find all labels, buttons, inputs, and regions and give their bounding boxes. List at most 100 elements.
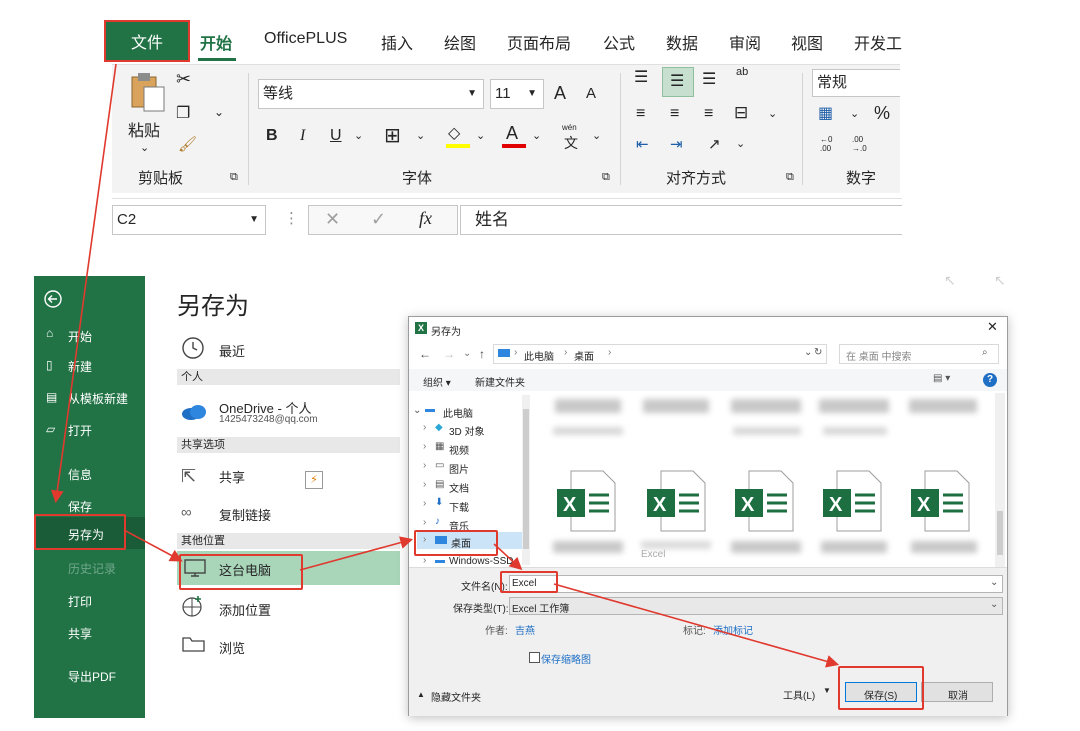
excel-file-icon[interactable]: X [733,469,797,533]
decrease-indent-icon[interactable]: ⇤ [636,135,649,153]
tab-officeplus[interactable]: OfficePLUS [264,30,347,48]
shrink-font-icon[interactable]: A [586,85,596,102]
number-format-combobox[interactable]: 常规 [812,69,900,97]
chevron-down-icon[interactable]: ▼ [249,206,259,234]
tab-home[interactable]: 开始 [200,30,232,54]
borders-icon[interactable]: ⊞ [384,123,401,148]
excel-file-icon[interactable]: X [645,469,709,533]
chevron-down-icon[interactable]: ⌄ [214,105,224,119]
align-bottom-icon[interactable]: ☰ [702,69,716,89]
chevron-right-icon[interactable]: › [423,555,426,566]
orientation-icon[interactable]: ↗ [708,135,721,153]
tools-button[interactable]: 工具(L) [783,687,815,702]
phonetic-guide-icon[interactable]: wén 文 [562,121,584,151]
insert-function-icon[interactable]: fx [419,208,432,229]
dialog-launcher-icon[interactable]: ⧉ [230,171,238,184]
nav-print[interactable]: 打印 [68,593,92,610]
chevron-down-icon[interactable]: ⌄ [804,347,812,358]
align-right-icon[interactable]: ≡ [704,105,713,123]
address-bar[interactable]: › 此电脑 › 桌面 › ⌄ ↻ [493,344,827,364]
format-painter-icon[interactable]: 🖌 [178,135,197,153]
excel-file-icon[interactable]: X [909,469,973,533]
paste-icon[interactable] [128,71,168,113]
fill-color-icon[interactable]: ◇ [446,125,470,148]
percent-button[interactable]: % [874,103,890,124]
new-folder-button[interactable]: 新建文件夹 [475,374,525,389]
organize-button[interactable]: 组织 ▾ [423,374,451,389]
chevron-right-icon[interactable]: › [423,498,426,509]
nav-open[interactable]: 打开 [68,422,92,439]
tree-scrollbar[interactable] [522,395,530,565]
chevron-down-icon[interactable]: ⌄ [354,129,363,142]
nav-history[interactable]: 历史记录 [68,560,116,577]
chevron-down-icon[interactable]: ▼ [823,686,831,695]
dialog-launcher-icon[interactable]: ⧉ [602,171,610,184]
location-share[interactable]: 共享 [219,467,245,486]
excel-file-icon[interactable]: X [821,469,885,533]
chevron-down-icon[interactable]: ⌄ [463,348,471,359]
name-box[interactable]: C2 ▼ [112,205,266,235]
tree-windows-ssd[interactable]: Windows-SSD [449,556,513,567]
location-copy-link[interactable]: 复制链接 [219,505,271,524]
nav-export-pdf[interactable]: 导出PDF [68,668,116,685]
excel-file-icon[interactable]: X [555,469,619,533]
chevron-down-icon[interactable]: ⌄ [476,129,485,142]
chevron-down-icon[interactable]: ⌄ [990,599,998,610]
author-value[interactable]: 吉燕 [515,622,535,637]
nav-new[interactable]: 新建 [68,358,92,375]
tab-file[interactable]: 文件 [104,20,190,62]
chevron-down-icon[interactable]: ⌄ [736,137,745,150]
chevron-down-icon[interactable]: ⌄ [416,129,425,142]
chevron-down-icon[interactable]: ▼ [527,80,537,108]
breadcrumb-this-pc[interactable]: 此电脑 [524,348,554,363]
decrease-decimal-icon[interactable]: .00 →.0 [852,135,867,153]
chevron-down-icon[interactable]: ⌄ [768,107,777,120]
tab-insert[interactable]: 插入 [381,30,413,54]
tree-this-pc[interactable]: 此电脑 [443,405,473,420]
paste-label[interactable]: 粘贴 [128,117,160,141]
align-center-icon[interactable]: ≡ [670,105,679,123]
up-icon[interactable]: ↑ [479,347,485,361]
location-recent[interactable]: 最近 [219,341,245,360]
cancel-icon[interactable]: ✕ [325,209,340,230]
thumbnail-label[interactable]: 保存缩略图 [541,651,591,666]
nav-home[interactable]: 开始 [68,328,92,345]
tree-3d-objects[interactable]: 3D 对象 [449,423,485,438]
tab-review[interactable]: 审阅 [729,30,761,54]
file-name-input[interactable]: Excel ⌄ [509,575,1003,593]
chevron-down-icon[interactable]: ⌄ [413,405,421,416]
tree-downloads[interactable]: 下载 [449,499,469,514]
view-options-icon[interactable]: ▤ ▾ [933,373,950,384]
search-box[interactable]: 在 桌面 中搜索 ⌕ [839,344,999,364]
breadcrumb-desktop[interactable]: 桌面 [574,348,594,363]
underline-button[interactable]: U [330,127,342,145]
chevron-right-icon[interactable]: › [423,422,426,433]
tab-page-layout[interactable]: 页面布局 [507,30,571,54]
chevron-down-icon[interactable]: ▼ [467,80,477,108]
chevron-right-icon[interactable]: › [423,479,426,490]
tab-data[interactable]: 数据 [666,30,698,54]
align-top-icon[interactable]: ☰ [634,67,648,87]
italic-button[interactable]: I [300,127,305,145]
tags-value[interactable]: 添加标记 [713,622,753,637]
chevron-down-icon[interactable]: ⌄ [592,129,601,142]
enter-icon[interactable]: ✓ [371,209,386,230]
nav-save[interactable]: 保存 [68,498,92,515]
bold-button[interactable]: B [266,127,278,145]
tree-videos[interactable]: 视频 [449,442,469,457]
dialog-launcher-icon[interactable]: ⧉ [786,171,794,184]
more-options-icon[interactable]: ⋮ [284,209,299,227]
merge-center-icon[interactable]: ⊟ [734,103,748,123]
align-middle-button[interactable]: ☰ [662,67,694,97]
font-size-combobox[interactable]: 11 ▼ [490,79,544,109]
help-icon[interactable]: ? [983,373,997,387]
chevron-down-icon[interactable]: ⌄ [140,141,149,154]
back-arrow-icon[interactable] [44,290,62,308]
back-icon[interactable]: ← [419,347,431,361]
forward-icon[interactable]: → [443,347,455,361]
close-icon[interactable]: ✕ [987,319,998,335]
tree-pictures[interactable]: 图片 [449,461,469,476]
refresh-icon[interactable]: ↻ [814,347,822,358]
chevron-down-icon[interactable]: ⌄ [532,129,541,142]
font-color-icon[interactable]: A [502,123,526,149]
